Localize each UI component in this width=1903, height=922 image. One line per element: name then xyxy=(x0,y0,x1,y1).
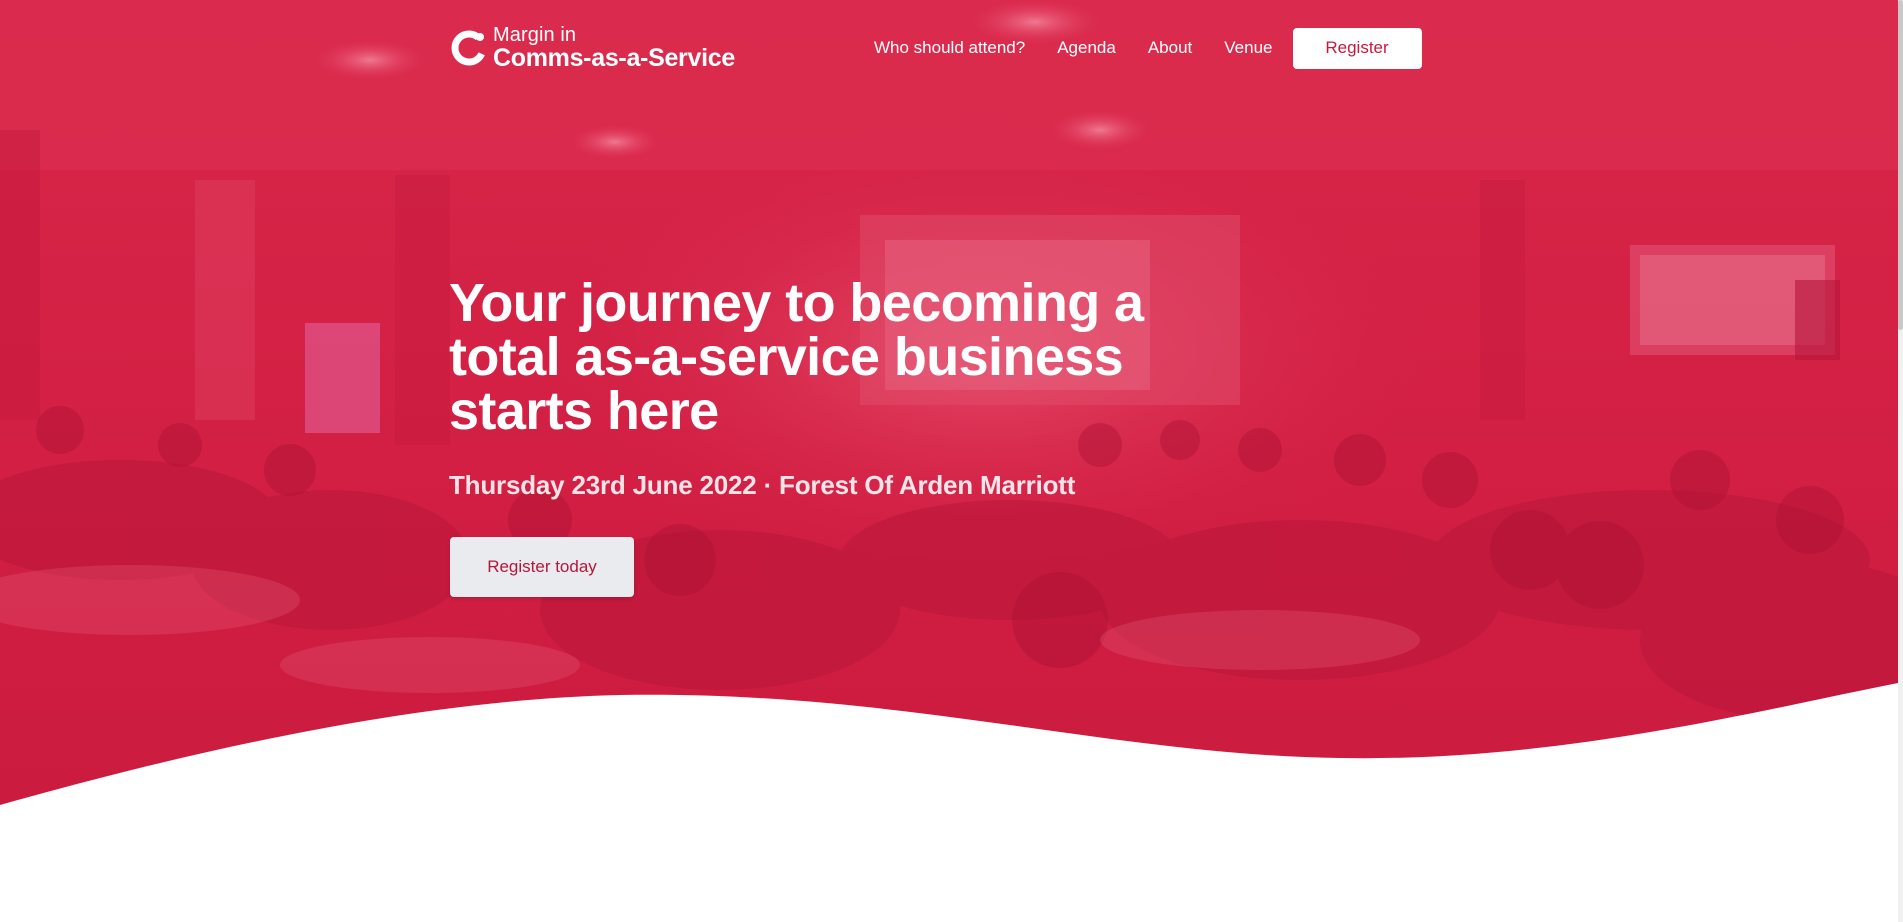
page: Margin in Comms-as-a-Service Who should … xyxy=(0,0,1903,922)
brand-logo[interactable]: Margin in Comms-as-a-Service xyxy=(449,25,735,71)
hero-title: Your journey to becoming a total as-a-se… xyxy=(449,273,1144,441)
nav-link-venue[interactable]: Venue xyxy=(1224,38,1272,58)
main-nav: Who should attend? Agenda About Venue Re… xyxy=(874,27,1422,69)
register-today-button[interactable]: Register today xyxy=(450,537,634,597)
nav-link-about[interactable]: About xyxy=(1148,38,1192,58)
page-scrollbar[interactable] xyxy=(1898,0,1903,922)
brand-name-line2: Comms-as-a-Service xyxy=(493,44,735,72)
hero-event-details: Thursday 23rd June 2022 · Forest Of Arde… xyxy=(449,470,1076,500)
nav-link-agenda[interactable]: Agenda xyxy=(1057,38,1116,58)
brand-name: Margin in Comms-as-a-Service xyxy=(493,25,735,71)
hero-section: Margin in Comms-as-a-Service Who should … xyxy=(0,0,1898,922)
scrollbar-thumb[interactable] xyxy=(1898,0,1903,330)
brand-name-line1: Margin in xyxy=(493,24,577,46)
ring-logo-icon xyxy=(451,30,487,66)
register-button[interactable]: Register xyxy=(1292,27,1422,69)
hero-wave-divider xyxy=(0,683,1898,922)
nav-link-who-should-attend[interactable]: Who should attend? xyxy=(874,38,1025,58)
